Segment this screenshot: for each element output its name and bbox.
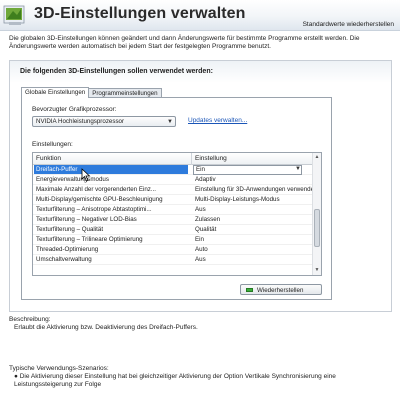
table-row[interactable]: Multi-Display/gemischte GPU-Beschleunigu…: [33, 195, 313, 205]
column-divider[interactable]: [191, 153, 192, 165]
row-setting: Aus: [195, 256, 206, 263]
nvidia-3d-settings-icon: [3, 5, 25, 25]
table-row[interactable]: Texturfilterung – Negativer LOD-Bias Zul…: [33, 215, 313, 225]
chevron-down-icon: ▼: [167, 119, 173, 125]
gpu-select[interactable]: NVIDIA Hochleistungsprozessor ▼: [32, 116, 176, 127]
row-function: Texturfilterung – Trilineare Optimierung: [36, 236, 143, 243]
scenarios-label: Typische Verwendungs-Szenarios:: [9, 365, 109, 372]
row-function: Energieverwaltungsmodus: [36, 176, 109, 183]
row-setting: Ein: [195, 236, 204, 243]
column-header-setting[interactable]: Einstellung: [195, 155, 227, 162]
row-function: Multi-Display/gemischte GPU-Beschleunigu…: [36, 196, 163, 203]
row-setting: Adaptiv: [195, 176, 216, 183]
table-row[interactable]: Umschaltverwaltung Aus: [33, 255, 313, 265]
row-setting-dropdown[interactable]: [193, 165, 302, 175]
restore-defaults-link[interactable]: Standardwerte wiederherstellen: [303, 21, 394, 28]
row-function: Texturfilterung – Qualität: [36, 226, 104, 233]
row-function: Threaded-Optimierung: [36, 246, 99, 253]
column-header-function[interactable]: Funktion: [36, 155, 61, 162]
row-setting: Multi-Display-Leistungs-Modus: [195, 196, 280, 203]
table-row[interactable]: Energieverwaltungsmodus Adaptiv: [33, 175, 313, 185]
gpu-label: Bevorzugter Grafikprozessor:: [32, 106, 117, 113]
scroll-up-icon[interactable]: ▲: [313, 153, 321, 162]
tab-global-settings[interactable]: Globale Einstellungen: [21, 87, 90, 98]
chevron-down-icon[interactable]: ▼: [295, 166, 301, 172]
table-row[interactable]: Texturfilterung – Trilineare Optimierung…: [33, 235, 313, 245]
settings-rows: Dreifach-Puffer Ein ▼ Energieverwaltungs…: [33, 165, 317, 265]
scroll-down-icon[interactable]: ▼: [313, 266, 321, 275]
scenarios-body: Die Aktivierung dieser Einstellung hat b…: [14, 373, 336, 388]
row-setting: Auto: [195, 246, 208, 253]
table-row[interactable]: Texturfilterung – Qualität Qualität: [33, 225, 313, 235]
mouse-cursor-icon: [81, 168, 91, 182]
settings-label: Einstellungen:: [32, 141, 73, 148]
restore-button[interactable]: Wiederherstellen: [240, 284, 322, 295]
row-function: Maximale Anzahl der vorgerenderten Einz.…: [36, 186, 157, 193]
intro-text: Die globalen 3D-Einstellungen können geä…: [9, 35, 360, 50]
row-setting: Einstellung für 3D-Anwendungen verwenden: [195, 186, 318, 193]
row-setting: Qualität: [195, 226, 217, 233]
table-row[interactable]: Dreifach-Puffer Ein ▼: [33, 165, 313, 175]
row-function: Umschaltverwaltung: [36, 256, 92, 263]
manage-updates-link[interactable]: Updates verwalten...: [188, 117, 247, 124]
page-title: 3D-Einstellungen verwalten: [34, 5, 246, 22]
page-header: 3D-Einstellungen verwalten Standardwerte…: [0, 0, 400, 31]
row-function: Dreifach-Puffer: [34, 165, 188, 174]
description-label: Beschreibung:: [9, 316, 51, 323]
global-settings-panel: Bevorzugter Grafikprozessor: NVIDIA Hoch…: [21, 97, 332, 300]
settings-group-heading: Die folgenden 3D-Einstellungen sollen ve…: [20, 68, 213, 75]
grid-header: Funktion Einstellung: [33, 153, 313, 165]
settings-grid: Funktion Einstellung Dreifach-Puffer Ein…: [32, 152, 322, 276]
gpu-select-value: NVIDIA Hochleistungsprozessor: [36, 118, 125, 125]
table-row[interactable]: Texturfilterung – Anisotrope Abtastoptim…: [33, 205, 313, 215]
row-setting: Zulassen: [195, 216, 221, 223]
row-function: Texturfilterung – Negativer LOD-Bias: [36, 216, 137, 223]
table-row[interactable]: Maximale Anzahl der vorgerenderten Einz.…: [33, 185, 317, 195]
description-text: Erlaubt die Aktivierung bzw. Deaktivieru…: [14, 324, 198, 331]
scenarios-text: ● Die Aktivierung dieser Einstellung hat…: [14, 373, 389, 389]
grid-scrollbar[interactable]: ▲ ▼: [312, 153, 321, 275]
restore-button-label: Wiederherstellen: [257, 287, 304, 294]
restore-icon: [246, 288, 253, 292]
table-row[interactable]: Threaded-Optimierung Auto: [33, 245, 313, 255]
row-setting: Aus: [195, 206, 206, 213]
row-setting: Ein: [196, 166, 205, 173]
row-function: Texturfilterung – Anisotrope Abtastoptim…: [36, 206, 152, 213]
scrollbar-thumb[interactable]: [314, 209, 320, 247]
